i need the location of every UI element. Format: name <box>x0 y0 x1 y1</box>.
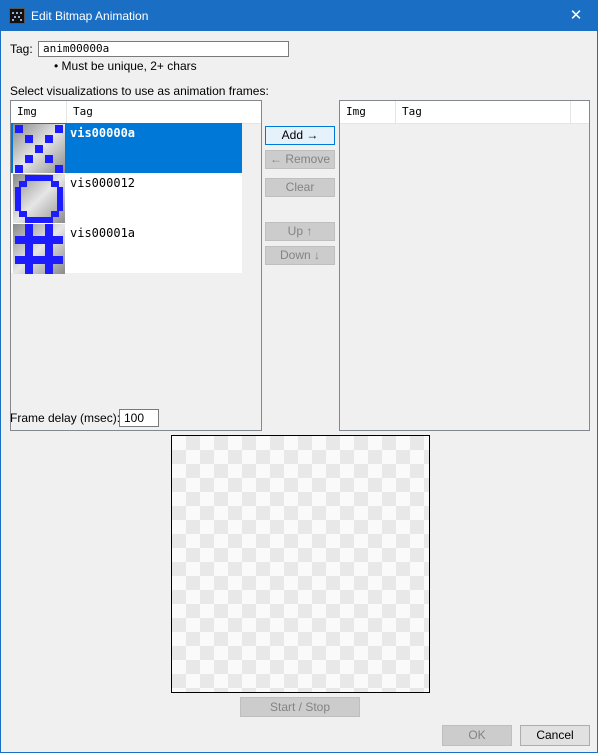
move-up-button[interactable]: Up ↑ <box>265 222 335 241</box>
animation-frames-list[interactable]: Img Tag <box>339 100 590 431</box>
select-frames-label: Select visualizations to use as animatio… <box>10 84 269 98</box>
tag-hint: • Must be unique, 2+ chars <box>54 59 197 73</box>
start-stop-button[interactable]: Start / Stop <box>240 697 360 717</box>
clear-button[interactable]: Clear <box>265 178 335 197</box>
column-header-tag[interactable]: Tag <box>67 101 261 123</box>
available-visualizations-list[interactable]: Img Tag vis00000a vis000012 vis00001a <box>10 100 262 431</box>
close-icon[interactable]: ✕ <box>555 1 597 31</box>
window-title: Edit Bitmap Animation <box>31 9 149 23</box>
list-item[interactable]: vis00001a <box>11 223 242 274</box>
cancel-button[interactable]: Cancel <box>520 725 590 746</box>
column-header-img[interactable]: Img <box>11 101 67 123</box>
column-header-img[interactable]: Img <box>340 101 396 123</box>
circle-pattern-bitmap-icon <box>11 173 67 224</box>
add-button[interactable]: Add → <box>265 126 335 145</box>
edit-bitmap-animation-dialog: Edit Bitmap Animation ✕ Tag: anim00000a … <box>0 0 598 753</box>
column-header-tag[interactable]: Tag <box>396 101 571 123</box>
tag-input[interactable]: anim00000a <box>38 41 289 57</box>
tag-label: Tag: <box>10 42 33 56</box>
frame-delay-input[interactable]: 100 <box>119 409 159 427</box>
animation-preview <box>171 435 430 693</box>
remove-button[interactable]: ← Remove <box>265 150 335 169</box>
title-bar[interactable]: Edit Bitmap Animation ✕ <box>1 1 597 31</box>
frame-delay-label: Frame delay (msec): <box>10 411 121 425</box>
app-icon <box>9 8 25 24</box>
list-item[interactable]: vis000012 <box>11 173 242 224</box>
list-item[interactable]: vis00000a <box>11 123 242 174</box>
hash-pattern-bitmap-icon <box>11 223 67 274</box>
list-header: Img Tag <box>340 101 589 124</box>
move-down-button[interactable]: Down ↓ <box>265 246 335 265</box>
list-item-tag: vis000012 <box>70 176 136 190</box>
dialog-body: Tag: anim00000a • Must be unique, 2+ cha… <box>1 31 597 752</box>
list-item-tag: vis00001a <box>70 226 136 240</box>
list-item-tag: vis00000a <box>70 126 136 140</box>
x-pattern-bitmap-icon <box>11 123 67 174</box>
ok-button[interactable]: OK <box>442 725 512 746</box>
list-header: Img Tag <box>11 101 261 124</box>
